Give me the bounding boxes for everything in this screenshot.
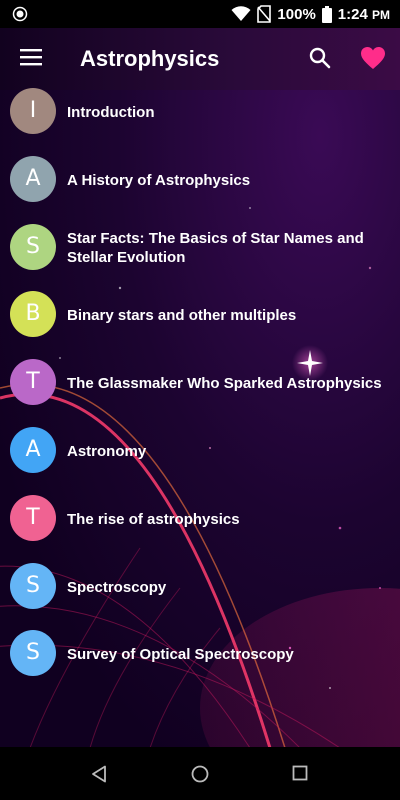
- list-item[interactable]: S Star Facts: The Basics of Star Names a…: [0, 214, 400, 282]
- search-icon[interactable]: [308, 46, 332, 70]
- list-item[interactable]: A Astronomy: [0, 417, 400, 485]
- battery-text: 100%: [277, 5, 316, 23]
- notification-icon: [12, 6, 28, 22]
- list-item-title: A History of Astrophysics: [67, 171, 251, 189]
- list-item[interactable]: T The Glassmaker Who Sparked Astrophysic…: [0, 349, 400, 417]
- status-bar: 100% 1:24 PM: [0, 0, 400, 28]
- list-item-title: Survey of Optical Spectroscopy: [67, 645, 294, 663]
- list-item[interactable]: S Spectroscopy: [0, 553, 400, 621]
- list-item-title: Spectroscopy: [67, 578, 167, 596]
- page-title: Astrophysics: [80, 46, 220, 71]
- battery-icon: [321, 5, 332, 23]
- list-item[interactable]: I Introduction: [0, 78, 400, 146]
- list-item-title: Binary stars and other multiples: [67, 306, 297, 324]
- recents-icon[interactable]: [292, 765, 308, 781]
- list-item[interactable]: S Survey of Optical Spectroscopy: [0, 620, 400, 688]
- clock-time: 1:24: [337, 5, 368, 23]
- system-nav-bar: [0, 747, 400, 800]
- list-item-title: The Glassmaker Who Sparked Astrophysics: [67, 374, 382, 392]
- avatar: S: [10, 630, 56, 676]
- avatar: A: [10, 156, 56, 202]
- list-item[interactable]: A A History of Astrophysics: [0, 146, 400, 214]
- avatar: S: [10, 563, 56, 609]
- list-item-title: Astronomy: [67, 442, 147, 460]
- menu-icon[interactable]: [20, 48, 42, 66]
- list-item-title: Star Facts: The Basics of Star Names and…: [67, 230, 364, 266]
- avatar: I: [10, 88, 56, 134]
- avatar: B: [10, 291, 56, 337]
- avatar: T: [10, 495, 56, 541]
- avatar: S: [10, 224, 56, 270]
- home-icon[interactable]: [191, 765, 209, 783]
- back-icon[interactable]: [91, 765, 107, 783]
- wifi-icon: [231, 6, 251, 21]
- heart-icon[interactable]: [360, 46, 386, 70]
- avatar: T: [10, 359, 56, 405]
- clock-suffix: PM: [372, 7, 390, 22]
- list-item-title: Introduction: [67, 103, 155, 121]
- avatar: A: [10, 427, 56, 473]
- list-item-title: The rise of astrophysics: [67, 510, 240, 528]
- list-item[interactable]: B Binary stars and other multiples: [0, 281, 400, 349]
- no-sim-icon: [257, 5, 272, 23]
- clock: 1:24 PM: [338, 6, 390, 23]
- list-item[interactable]: T The rise of astrophysics: [0, 485, 400, 553]
